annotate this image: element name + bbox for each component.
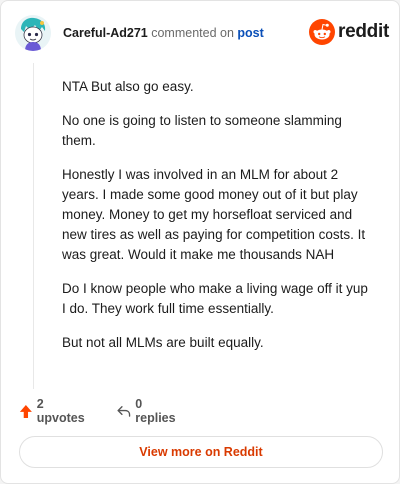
username-link[interactable]: Careful-Ad271 xyxy=(63,26,148,40)
view-more-on-reddit-button[interactable]: View more on Reddit xyxy=(19,436,383,468)
comment-body: NTA But also go easy. No one is going to… xyxy=(62,77,372,367)
reddit-logo[interactable]: reddit xyxy=(309,19,389,45)
reply-arrow-icon xyxy=(117,406,131,417)
comment-paragraph: No one is going to listen to someone sla… xyxy=(62,113,342,148)
upvote-arrow-icon xyxy=(19,404,32,418)
comment-meta: Careful-Ad271 commented on post xyxy=(63,26,264,41)
user-avatar-icon[interactable] xyxy=(15,15,51,51)
post-link[interactable]: post xyxy=(237,26,263,40)
thread-line xyxy=(33,63,34,389)
reply-button[interactable]: 0 replies xyxy=(116,397,178,425)
comment-embed-card: Careful-Ad271 commented on post reddit N… xyxy=(0,0,400,484)
comment-paragraph: Do I know people who make a living wage … xyxy=(62,281,368,316)
comment-header: Careful-Ad271 commented on post reddit xyxy=(15,15,389,51)
comment-paragraph: But not all MLMs are built equally. xyxy=(62,335,264,350)
comment-paragraph: NTA But also go easy. xyxy=(62,79,194,94)
upvote-count: 2 upvotes xyxy=(36,397,85,425)
comment-paragraph: Honestly I was involved in an MLM for ab… xyxy=(62,167,366,262)
reddit-logo-icon xyxy=(309,19,335,45)
reddit-wordmark: reddit xyxy=(338,21,389,42)
upvote-button[interactable]: 2 upvotes xyxy=(19,397,87,425)
commented-on-label: commented on xyxy=(151,26,234,40)
reply-count: 0 replies xyxy=(135,397,176,425)
